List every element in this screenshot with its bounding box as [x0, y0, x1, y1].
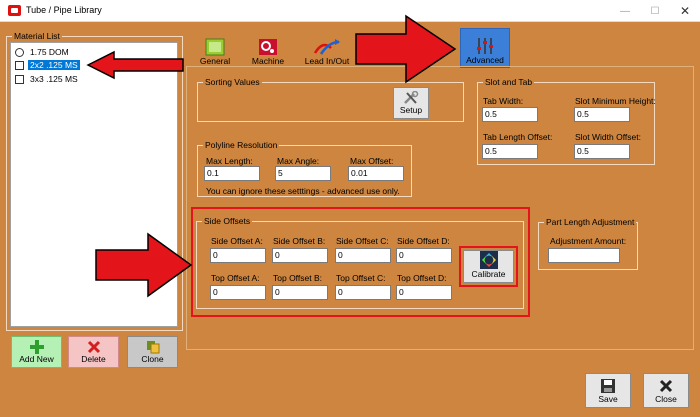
adjustment-amount-label: Adjustment Amount:	[550, 236, 627, 246]
side-offset-d-label: Side Offset D:	[397, 236, 450, 246]
polyline-resolution-label: Polyline Resolution	[203, 140, 280, 151]
machine-icon	[259, 39, 277, 55]
tab-width-label: Tab Width:	[483, 96, 524, 106]
list-item[interactable]: 3x3 .125 MS	[15, 73, 80, 85]
app-icon	[8, 5, 21, 16]
top-offset-c-input[interactable]: 0	[335, 285, 391, 300]
arrow-left-annotation	[86, 50, 184, 80]
tab-length-offset-input[interactable]: 0.5	[482, 144, 538, 159]
setup-button[interactable]: Setup	[393, 87, 429, 119]
lead-in-out-icon	[313, 39, 340, 55]
slot-width-offset-input[interactable]: 0.5	[574, 144, 630, 159]
floppy-disk-icon	[601, 379, 615, 393]
list-item[interactable]: 2x2 .125 MS	[15, 59, 80, 71]
close-window-icon[interactable]: ✕	[670, 0, 700, 22]
clone-button[interactable]: Clone	[127, 336, 178, 368]
side-offset-a-label: Side Offset A:	[211, 236, 263, 246]
side-offset-b-input[interactable]: 0	[272, 248, 328, 263]
part-length-adjustment-label: Part Length Adjustment	[544, 217, 637, 228]
slot-and-tab-label: Slot and Tab	[483, 77, 535, 88]
tab-width-input[interactable]: 0.5	[482, 107, 538, 122]
top-offset-b-input[interactable]: 0	[272, 285, 328, 300]
max-length-label: Max Length:	[206, 156, 253, 166]
minimize-icon[interactable]: —	[610, 0, 640, 22]
side-offset-c-input[interactable]: 0	[335, 248, 391, 263]
plus-icon	[29, 340, 44, 354]
tab-lead-in-out[interactable]: Lead In/Out	[297, 28, 357, 68]
calibrate-button[interactable]: Calibrate	[463, 250, 514, 283]
clone-icon	[146, 341, 159, 354]
save-button[interactable]: Save	[585, 373, 631, 408]
polyline-note: You can ignore these setttings - advance…	[206, 186, 400, 196]
tools-icon	[404, 91, 419, 104]
close-button[interactable]: Close	[643, 373, 689, 408]
checkbox-icon	[15, 60, 24, 70]
slot-min-height-label: Slot Minimum Height:	[575, 96, 656, 106]
top-offset-a-label: Top Offset A:	[211, 273, 260, 283]
slot-min-height-input[interactable]: 0.5	[574, 107, 630, 122]
slot-width-offset-label: Slot Width Offset:	[575, 132, 641, 142]
radio-icon	[15, 47, 24, 57]
sorting-values-label: Sorting Values	[203, 77, 262, 88]
checkbox-icon	[15, 74, 24, 84]
list-item[interactable]: 1.75 DOM	[15, 46, 71, 58]
calibrate-icon	[479, 251, 498, 269]
top-offset-b-label: Top Offset B:	[273, 273, 322, 283]
window-title: Tube / Pipe Library	[26, 5, 102, 15]
delete-x-icon	[87, 340, 100, 354]
side-offset-c-label: Side Offset C:	[336, 236, 389, 246]
tab-machine[interactable]: Machine	[243, 28, 293, 68]
material-list-label: Material List	[12, 31, 62, 42]
max-angle-input[interactable]: 5	[275, 166, 331, 181]
arrow-right-tab-annotation	[355, 14, 457, 84]
max-angle-label: Max Angle:	[277, 156, 320, 166]
title-bar: Tube / Pipe Library — ☐ ✕	[0, 0, 700, 22]
arrow-right-offsets-annotation	[95, 232, 193, 298]
max-offset-input[interactable]: 0.01	[348, 166, 404, 181]
delete-button[interactable]: Delete	[68, 336, 119, 368]
add-new-button[interactable]: Add New	[11, 336, 62, 368]
advanced-sliders-icon	[477, 38, 493, 54]
top-offset-d-label: Top Offset D:	[397, 273, 447, 283]
general-icon	[205, 38, 225, 56]
side-offset-d-input[interactable]: 0	[396, 248, 452, 263]
adjustment-amount-input[interactable]	[548, 248, 620, 263]
top-offset-c-label: Top Offset C:	[336, 273, 386, 283]
side-offset-b-label: Side Offset B:	[273, 236, 326, 246]
tab-general[interactable]: General	[190, 28, 240, 68]
maximize-icon[interactable]: ☐	[640, 0, 670, 22]
max-offset-label: Max Offset:	[350, 156, 394, 166]
side-offsets-label: Side Offsets	[202, 216, 253, 227]
max-length-input[interactable]: 0.1	[204, 166, 260, 181]
tab-length-offset-label: Tab Length Offset:	[483, 132, 553, 142]
top-offset-a-input[interactable]: 0	[210, 285, 266, 300]
tab-advanced[interactable]: Advanced	[460, 28, 510, 68]
close-x-icon	[659, 379, 673, 393]
top-offset-d-input[interactable]: 0	[396, 285, 452, 300]
side-offset-a-input[interactable]: 0	[210, 248, 266, 263]
